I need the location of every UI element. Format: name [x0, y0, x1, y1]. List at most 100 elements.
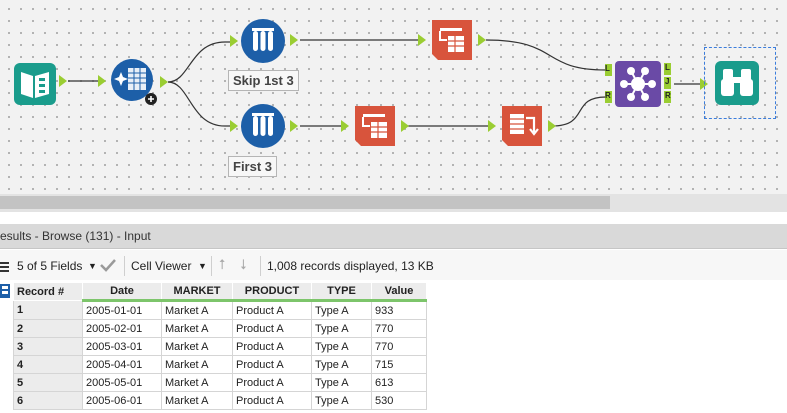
join-network-icon — [615, 61, 661, 107]
record-number-cell[interactable]: 6 — [13, 391, 83, 410]
table-cell[interactable]: 2005-03-01 — [82, 337, 162, 356]
record-number-cell[interactable]: 3 — [13, 337, 83, 356]
test-tubes-icon — [241, 19, 285, 63]
input-data-tool[interactable] — [13, 62, 57, 106]
column-header-date[interactable]: Date — [82, 282, 162, 302]
table-header-row: Record # Date MARKET PRODUCT TYPE Value — [13, 282, 427, 302]
table-row[interactable]: 6 2005-06-01 Market A Product A Type A 530 — [13, 391, 427, 410]
input-anchor[interactable] — [341, 120, 349, 132]
record-number-cell[interactable]: 2 — [13, 319, 83, 338]
output-anchor[interactable] — [478, 34, 486, 46]
column-header-value[interactable]: Value — [371, 282, 427, 302]
table-cell[interactable]: 2005-02-01 — [82, 319, 162, 338]
table-cell[interactable]: Type A — [311, 391, 372, 410]
record-number-cell[interactable]: 4 — [13, 355, 83, 374]
chevron-down-icon[interactable]: ▼ — [88, 261, 97, 271]
binoculars-icon — [715, 61, 759, 105]
input-anchor[interactable] — [98, 75, 106, 87]
table-cell[interactable]: 715 — [371, 355, 427, 374]
arrow-down-icon[interactable]: ⭣ — [240, 256, 247, 273]
sample-tool-first[interactable] — [240, 103, 286, 149]
table-cell[interactable]: Market A — [161, 391, 233, 410]
input-anchor[interactable] — [418, 34, 426, 46]
table-cell[interactable]: 613 — [371, 373, 427, 392]
table-cell[interactable]: Product A — [232, 337, 312, 356]
table-cell[interactable]: Product A — [232, 319, 312, 338]
output-anchor[interactable] — [160, 76, 168, 88]
column-header-market[interactable]: MARKET — [161, 282, 233, 302]
join-left-input-label: L — [605, 64, 610, 73]
table-cell[interactable]: 2005-06-01 — [82, 391, 162, 410]
join-right-input-label: R — [605, 91, 611, 100]
table-cell[interactable]: 2005-01-01 — [82, 300, 162, 320]
table-cell[interactable]: Market A — [161, 337, 233, 356]
column-header-record[interactable]: Record # — [13, 282, 83, 301]
table-row[interactable]: 3 2005-03-01 Market A Product A Type A 770 — [13, 337, 427, 356]
viewer-select[interactable]: Cell Viewer — [131, 259, 191, 273]
results-title-bar: esults - Browse (131) - Input — [0, 224, 787, 249]
column-header-product[interactable]: PRODUCT — [232, 282, 312, 302]
join-tool[interactable] — [614, 60, 662, 108]
scrollbar-thumb[interactable] — [0, 196, 610, 209]
sample-tool-skip[interactable] — [240, 18, 286, 64]
table-cell[interactable]: Product A — [232, 300, 312, 320]
output-anchor[interactable] — [59, 75, 67, 87]
transpose-tool[interactable] — [351, 102, 399, 148]
table-cell[interactable]: Type A — [311, 373, 372, 392]
output-anchor[interactable] — [290, 120, 298, 132]
table-cell[interactable]: 2005-04-01 — [82, 355, 162, 374]
table-cell[interactable]: 933 — [371, 300, 427, 320]
table-cell[interactable]: Market A — [161, 319, 233, 338]
table-cell[interactable]: Market A — [161, 300, 233, 320]
data-cleansing-tool[interactable] — [108, 58, 158, 108]
input-anchor[interactable] — [230, 120, 238, 132]
table-cell[interactable]: Type A — [311, 319, 372, 338]
browse-tool[interactable] — [704, 47, 776, 119]
sparkle-table-icon — [111, 59, 157, 105]
output-anchor[interactable] — [548, 120, 556, 132]
table-cell[interactable]: Market A — [161, 355, 233, 374]
transpose-icon — [432, 20, 472, 60]
table-cell[interactable]: 770 — [371, 319, 427, 338]
canvas-horizontal-scrollbar[interactable] — [0, 194, 787, 212]
workflow-canvas[interactable]: Skip 1st 3 First 3 L R L J R — [0, 0, 787, 194]
input-anchor[interactable] — [230, 35, 238, 47]
hamburger-icon[interactable] — [0, 261, 9, 273]
table-cell[interactable]: Type A — [311, 337, 372, 356]
record-number-cell[interactable]: 1 — [13, 300, 83, 320]
table-cell[interactable]: Type A — [311, 355, 372, 374]
table-row[interactable]: 4 2005-04-01 Market A Product A Type A 715 — [13, 355, 427, 374]
join-output-label-j: J — [665, 77, 670, 86]
transpose-tool[interactable] — [428, 16, 476, 62]
column-header-type[interactable]: TYPE — [311, 282, 372, 302]
transpose-icon — [355, 106, 395, 146]
test-tubes-icon — [241, 104, 285, 148]
input-anchor[interactable] — [488, 120, 496, 132]
toolbar-separator — [211, 256, 212, 276]
record-number-cell[interactable]: 5 — [13, 373, 83, 392]
join-output-label-r: R — [665, 91, 671, 100]
fields-select[interactable]: 5 of 5 Fields — [17, 259, 82, 273]
chevron-down-icon[interactable]: ▼ — [198, 261, 207, 271]
table-cell[interactable]: Product A — [232, 391, 312, 410]
table-row[interactable]: 1 2005-01-01 Market A Product A Type A 933 — [13, 300, 427, 320]
arrow-up-icon[interactable]: ⭡ — [219, 256, 226, 273]
table-row[interactable]: 5 2005-05-01 Market A Product A Type A 613 — [13, 373, 427, 392]
tool-annotation: First 3 — [228, 156, 278, 177]
table-cell[interactable]: Type A — [311, 300, 372, 320]
table-cell[interactable]: Market A — [161, 373, 233, 392]
output-anchor[interactable] — [290, 34, 298, 46]
checkmark-icon[interactable] — [100, 258, 116, 272]
record-grid-icon[interactable] — [0, 284, 10, 298]
cross-tab-tool[interactable] — [498, 102, 546, 148]
results-table: Record # Date MARKET PRODUCT TYPE Value … — [13, 282, 427, 410]
table-cell[interactable]: 2005-05-01 — [82, 373, 162, 392]
table-cell[interactable]: Product A — [232, 355, 312, 374]
results-toolbar: 5 of 5 Fields ▼ Cell Viewer ▼ ⭡ ⭣ 1,008 … — [0, 250, 787, 280]
table-cell[interactable]: 530 — [371, 391, 427, 410]
table-row[interactable]: 2 2005-02-01 Market A Product A Type A 770 — [13, 319, 427, 338]
output-anchor[interactable] — [401, 120, 409, 132]
table-cell[interactable]: Product A — [232, 373, 312, 392]
table-cell[interactable]: 770 — [371, 337, 427, 356]
tool-annotation: Skip 1st 3 — [228, 70, 299, 91]
